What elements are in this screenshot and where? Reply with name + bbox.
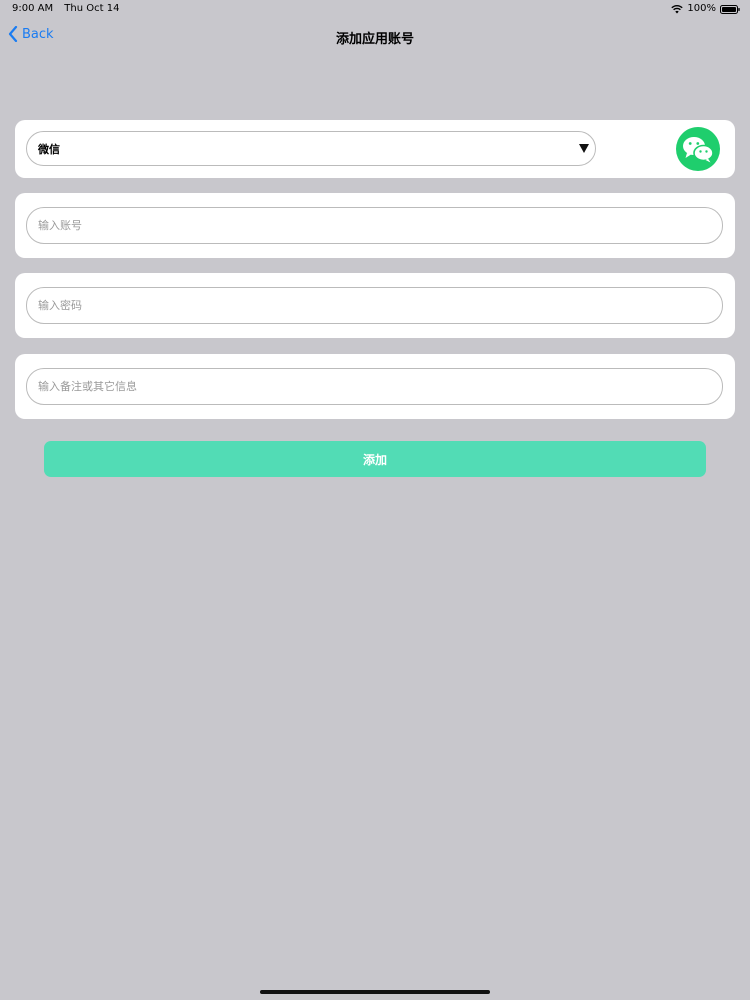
wechat-logo-glyph [683, 137, 714, 163]
app-select-value: 微信 [38, 142, 60, 156]
password-input[interactable] [26, 287, 723, 324]
status-left: 9:00 AM Thu Oct 14 [12, 0, 127, 18]
page-title: 添加应用账号 [335, 32, 414, 47]
app-picker-card: 微信 [15, 120, 735, 178]
note-card [15, 354, 735, 419]
password-card [15, 273, 735, 338]
home-indicator [260, 990, 490, 994]
battery-percent: 100% [687, 3, 716, 14]
battery-icon [720, 4, 740, 14]
note-input[interactable] [26, 368, 723, 405]
wifi-icon [671, 4, 684, 14]
status-right: 100% [671, 0, 740, 18]
wechat-icon [676, 127, 720, 171]
status-time: 9:00 AM [12, 3, 54, 14]
status-bar: 9:00 AM Thu Oct 14 100% [0, 0, 750, 18]
account-card [15, 193, 735, 258]
add-button[interactable]: 添加 [44, 441, 706, 477]
dropdown-arrow-icon [579, 144, 589, 153]
nav-bar: Back 添加应用账号 [0, 18, 750, 54]
status-date: Thu Oct 14 [64, 3, 120, 14]
app-select-dropdown[interactable]: 微信 [26, 131, 596, 166]
account-input[interactable] [26, 207, 723, 244]
